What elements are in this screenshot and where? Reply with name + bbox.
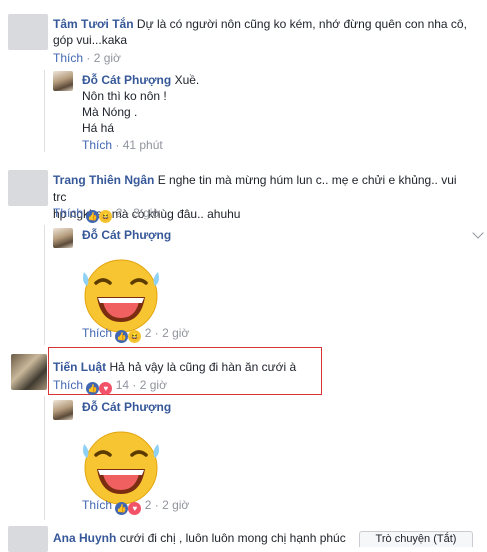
comment-author[interactable]: Trang Thiên Ngân bbox=[53, 173, 154, 187]
like-reaction-icon[interactable]: 👍 bbox=[115, 502, 129, 515]
like-reaction-icon[interactable]: 👍 bbox=[115, 330, 129, 343]
comment-text: Dự là có người nôn cũng ko kém, nhớ đừng… bbox=[136, 17, 467, 31]
reply-thread-line bbox=[44, 70, 45, 152]
comment-text: cưới đi chị , luôn luôn mong chị hạnh ph… bbox=[119, 531, 346, 545]
reply-body: Đỗ Cát Phượng bbox=[82, 228, 171, 242]
like-link[interactable]: Thích bbox=[82, 326, 112, 340]
avatar[interactable] bbox=[53, 400, 73, 420]
reaction-count[interactable]: 2 bbox=[145, 326, 152, 340]
chat-toggle-button[interactable]: Trò chuyện (Tắt) bbox=[359, 531, 473, 547]
love-reaction-icon[interactable]: ♥ bbox=[99, 382, 113, 395]
love-reaction-icon[interactable]: ♥ bbox=[128, 502, 142, 515]
reply-body: Đỗ Cát Phượng bbox=[82, 400, 171, 414]
reply-thread-line bbox=[44, 396, 45, 520]
reply-text-line: Mà Nóng . bbox=[82, 105, 138, 119]
laughing-emoji bbox=[83, 431, 159, 505]
comment-time[interactable]: 3 giờ bbox=[133, 206, 160, 220]
comment-actions: Thích 👍 ♥ 14 · 2 giờ bbox=[53, 378, 167, 395]
like-reaction-icon[interactable]: 👍 bbox=[86, 382, 100, 395]
like-link[interactable]: Thích bbox=[82, 498, 112, 512]
comment-text-cont: góp vui...kaka bbox=[53, 33, 128, 47]
reaction-count[interactable]: 14 bbox=[116, 378, 129, 392]
reply-author[interactable]: Đỗ Cát Phượng bbox=[82, 73, 171, 87]
comment-time[interactable]: 2 giờ bbox=[140, 378, 167, 392]
reply-thread-line bbox=[44, 225, 45, 345]
reply-actions: Thích · 41 phút bbox=[82, 138, 163, 152]
avatar[interactable] bbox=[8, 170, 48, 206]
reply-time[interactable]: 2 giờ bbox=[162, 498, 189, 512]
reaction-count[interactable]: 2 bbox=[145, 498, 152, 512]
avatar[interactable] bbox=[53, 71, 73, 91]
like-link[interactable]: Thích bbox=[53, 206, 83, 220]
comment-actions: Thích 👍 😆 2 · 3 giờ bbox=[53, 206, 160, 223]
chevron-down-icon[interactable] bbox=[472, 227, 484, 239]
separator: · bbox=[154, 498, 159, 512]
comment-time[interactable]: 2 giờ bbox=[94, 51, 121, 65]
reply-time[interactable]: 2 giờ bbox=[162, 326, 189, 340]
haha-reaction-icon[interactable]: 😆 bbox=[99, 210, 113, 223]
comment-actions: Thích · 2 giờ bbox=[53, 51, 121, 65]
like-reaction-icon[interactable]: 👍 bbox=[86, 210, 100, 223]
reaction-count[interactable]: 2 bbox=[116, 206, 123, 220]
reply-body: Đỗ Cát Phượng Xuề. Nôn thì ko nôn ! Mà N… bbox=[82, 72, 199, 136]
like-link[interactable]: Thích bbox=[53, 51, 83, 65]
reply-text-line: Há há bbox=[82, 121, 115, 135]
comment-body: Tâm Tươi Tắn Dự là có người nôn cũng ko … bbox=[53, 16, 483, 48]
avatar[interactable] bbox=[53, 228, 73, 248]
separator: · bbox=[125, 206, 130, 220]
haha-reaction-icon[interactable]: 😆 bbox=[128, 330, 142, 343]
reply-text-line: Nôn thì ko nôn ! bbox=[82, 89, 167, 103]
laughing-emoji bbox=[83, 259, 159, 333]
comment-author[interactable]: Tiến Luật bbox=[53, 360, 106, 374]
reply-text: Xuề. bbox=[174, 73, 200, 87]
reply-author[interactable]: Đỗ Cát Phượng bbox=[82, 228, 171, 242]
comment-body: Ana Huynh cưới đi chị , luôn luôn mong c… bbox=[53, 531, 346, 545]
like-link[interactable]: Thích bbox=[53, 378, 83, 392]
comment-body: Tiến Luật Hả hả vậy là cũng đi hàn ăn cư… bbox=[53, 360, 296, 374]
comment-author[interactable]: Ana Huynh bbox=[53, 531, 116, 545]
separator: · bbox=[132, 378, 137, 392]
separator: · bbox=[86, 51, 91, 65]
avatar[interactable] bbox=[11, 354, 47, 390]
reply-author[interactable]: Đỗ Cát Phượng bbox=[82, 400, 171, 414]
avatar[interactable] bbox=[8, 14, 48, 50]
separator: · bbox=[115, 138, 120, 152]
comment-author[interactable]: Tâm Tươi Tắn bbox=[53, 17, 134, 31]
reply-time[interactable]: 41 phút bbox=[123, 138, 163, 152]
separator: · bbox=[154, 326, 159, 340]
reply-actions: Thích 👍 ♥ 2 · 2 giờ bbox=[82, 498, 189, 515]
avatar[interactable] bbox=[8, 526, 48, 552]
comment-text: Hả hả vậy là cũng đi hàn ăn cưới à bbox=[109, 360, 297, 374]
reply-actions: Thích 👍 😆 2 · 2 giờ bbox=[82, 326, 189, 343]
like-link[interactable]: Thích bbox=[82, 138, 112, 152]
